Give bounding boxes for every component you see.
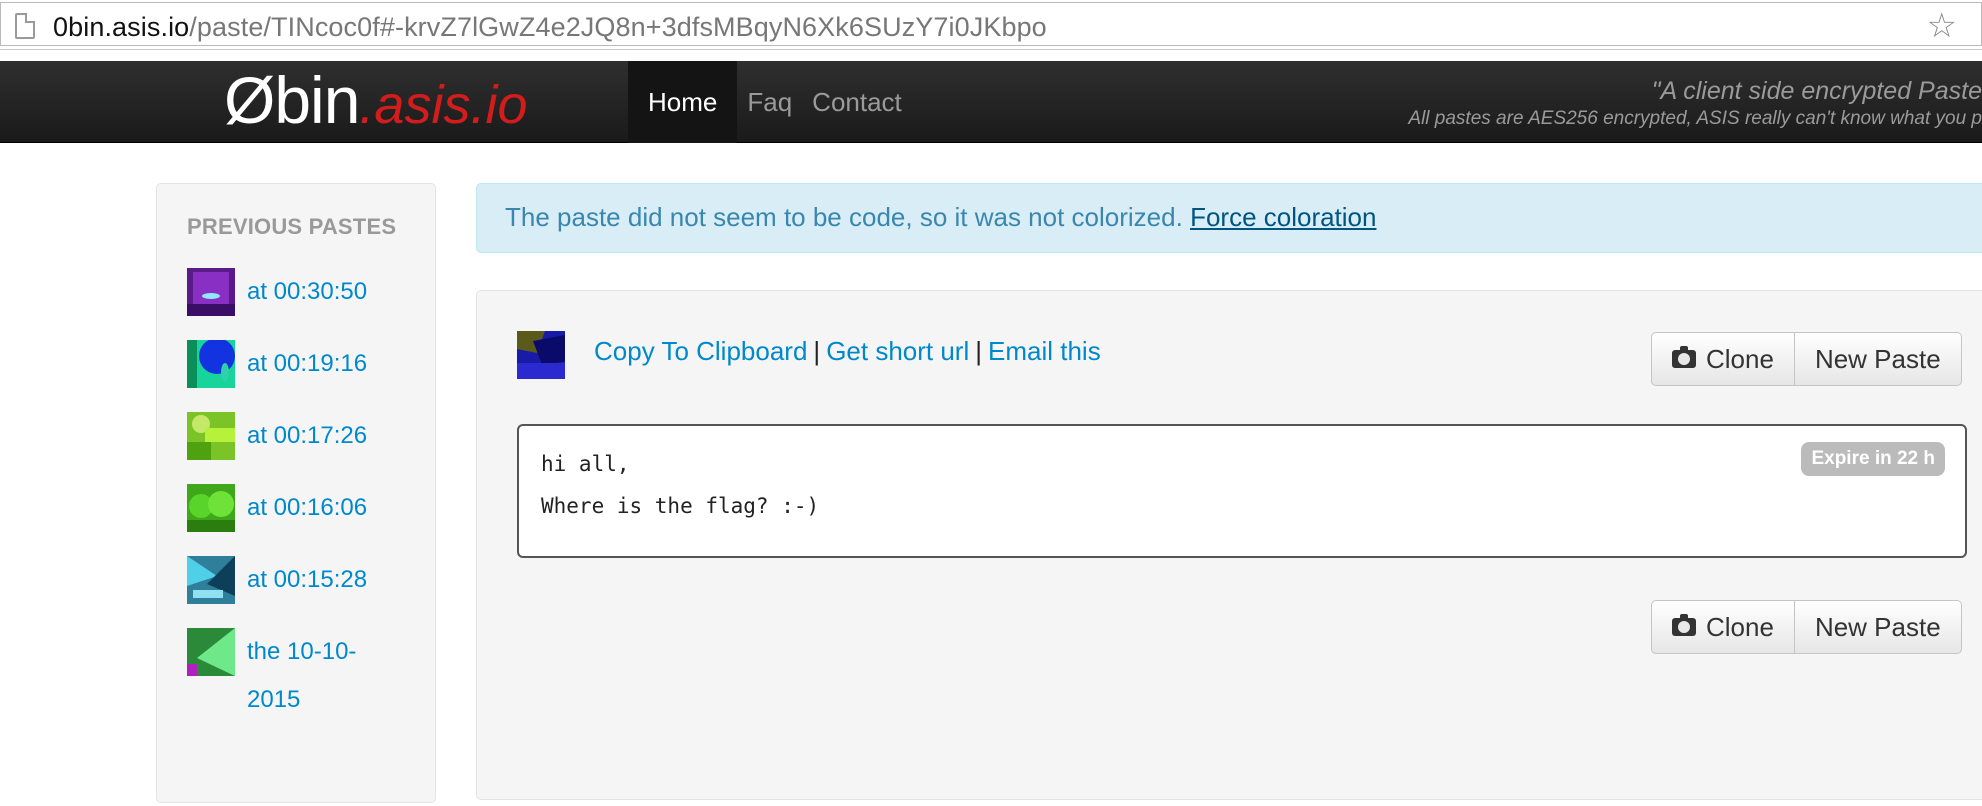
page-icon xyxy=(15,13,35,39)
new-paste-button[interactable]: New Paste xyxy=(1794,600,1962,654)
paste-link[interactable]: the 10-10-2015 xyxy=(247,628,377,724)
url-field[interactable]: 0bin.asis.io/paste/TINcoc0f#-krvZ7lGwZ4e… xyxy=(0,2,1982,46)
list-item: at 00:16:06 xyxy=(187,484,377,532)
paste-link[interactable]: at 00:17:26 xyxy=(247,412,377,460)
clone-button[interactable]: Clone xyxy=(1651,600,1795,654)
paste-link[interactable]: at 00:15:28 xyxy=(247,556,377,604)
brand-logo[interactable]: Øbin.asis.io xyxy=(224,67,528,133)
list-item: the 10-10-2015 xyxy=(187,628,377,724)
list-item: at 00:17:26 xyxy=(187,412,377,460)
bottom-button-group: Clone New Paste xyxy=(1651,600,1962,654)
list-item: at 00:19:16 xyxy=(187,340,377,388)
separator: | xyxy=(975,336,983,366)
list-item: at 00:30:50 xyxy=(187,268,377,316)
previous-pastes-sidebar: PREVIOUS PASTES at 00:30:50 at 00:19:16 … xyxy=(156,183,436,803)
paste-line: Where is the flag? :-) xyxy=(541,494,820,518)
tagline: "A client side encrypted Paste All paste… xyxy=(1408,77,1982,130)
url-path: /paste/TINcoc0f#-krvZ7lGwZ4e2JQ8n+3dfsMB… xyxy=(189,12,1047,42)
clone-button[interactable]: Clone xyxy=(1651,332,1795,386)
paste-link[interactable]: at 00:16:06 xyxy=(247,484,377,532)
brand-sub: .asis.io xyxy=(359,75,528,135)
url-text[interactable]: 0bin.asis.io/paste/TINcoc0f#-krvZ7lGwZ4e… xyxy=(53,12,1047,43)
colorization-alert: The paste did not seem to be code, so it… xyxy=(476,183,1982,253)
list-item: at 00:15:28 xyxy=(187,556,377,604)
paste-content[interactable]: hi all, Where is the flag? :-) Expire in… xyxy=(517,424,1967,558)
brand-main: Øbin xyxy=(224,63,360,137)
paste-thumbnail xyxy=(187,484,235,532)
sidebar-title: PREVIOUS PASTES xyxy=(187,214,397,239)
top-navbar: Øbin.asis.io Home Faq Contact "A client … xyxy=(0,61,1982,143)
paste-link[interactable]: at 00:19:16 xyxy=(247,340,377,388)
top-button-group: Clone New Paste xyxy=(1651,332,1962,386)
nav-faq[interactable]: Faq xyxy=(737,61,802,143)
tagline-line2: All pastes are AES256 encrypted, ASIS re… xyxy=(1408,108,1982,129)
camera-icon xyxy=(1672,614,1696,636)
paste-thumbnail xyxy=(187,628,235,676)
browser-address-bar: 0bin.asis.io/paste/TINcoc0f#-krvZ7lGwZ4e… xyxy=(0,0,1982,50)
paste-line: hi all, xyxy=(541,452,630,476)
expire-badge: Expire in 22 h xyxy=(1801,442,1945,476)
nav-contact[interactable]: Contact xyxy=(802,61,912,143)
paste-thumbnail xyxy=(187,268,235,316)
nav-home[interactable]: Home xyxy=(628,61,738,143)
alert-text: The paste did not seem to be code, so it… xyxy=(505,202,1376,233)
paste-container: Copy To Clipboard | Get short url | Email th… xyxy=(476,290,1982,800)
paste-thumbnail xyxy=(187,340,235,388)
paste-thumbnail xyxy=(187,556,235,604)
paste-list: at 00:30:50 at 00:19:16 at 00:17:26 at 0… xyxy=(187,268,377,748)
paste-avatar xyxy=(517,331,565,379)
clone-label: Clone xyxy=(1706,343,1774,374)
camera-icon xyxy=(1672,346,1696,368)
url-host: 0bin.asis.io xyxy=(53,12,190,42)
paste-link[interactable]: at 00:30:50 xyxy=(247,268,377,316)
email-this-link[interactable]: Email this xyxy=(988,336,1101,366)
alert-message: The paste did not seem to be code, so it… xyxy=(505,202,1183,232)
paste-actions: Copy To Clipboard | Get short url | Email th… xyxy=(594,336,1101,367)
force-coloration-link[interactable]: Force coloration xyxy=(1190,202,1376,232)
get-short-url-link[interactable]: Get short url xyxy=(826,336,969,366)
star-icon[interactable]: ☆ xyxy=(1927,9,1957,43)
paste-thumbnail xyxy=(187,412,235,460)
new-paste-button[interactable]: New Paste xyxy=(1794,332,1962,386)
tagline-line1: "A client side encrypted Paste xyxy=(1651,77,1982,105)
main-nav: Home Faq Contact xyxy=(628,61,912,143)
copy-to-clipboard-link[interactable]: Copy To Clipboard xyxy=(594,336,807,366)
clone-label: Clone xyxy=(1706,611,1774,642)
separator: | xyxy=(813,336,821,366)
